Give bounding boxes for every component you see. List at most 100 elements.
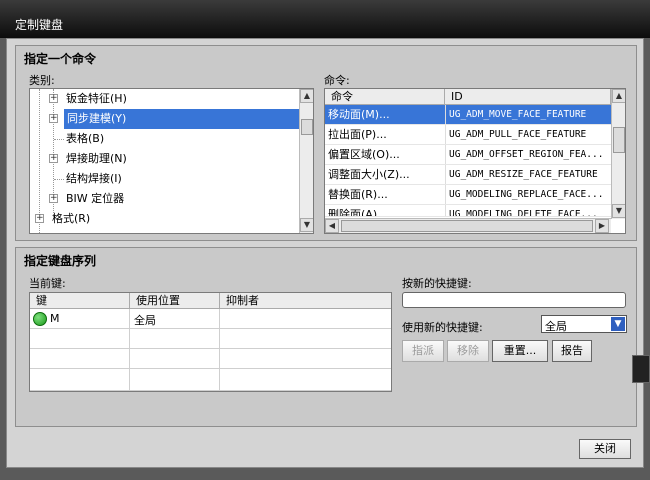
current-keys-label: 当前键: xyxy=(29,277,66,290)
tree-item-table[interactable]: 表格(B) xyxy=(30,129,300,149)
chevron-down-icon[interactable]: ▼ xyxy=(611,317,625,331)
scroll-up-icon[interactable]: ▲ xyxy=(612,89,625,103)
tree-item-biw-locator[interactable]: + BIW 定位器 xyxy=(30,189,300,209)
command-row[interactable]: 替换面(R)... UG_MODELING_REPLACE_FACE... xyxy=(325,185,611,205)
status-icon xyxy=(33,312,47,326)
command-scrollbar-vertical[interactable]: ▲ ▼ xyxy=(611,89,625,219)
column-header-key[interactable]: 键 xyxy=(30,293,130,309)
scroll-left-icon[interactable]: ◀ xyxy=(325,219,339,233)
new-shortcut-input[interactable] xyxy=(402,292,626,308)
side-panel-tab[interactable] xyxy=(632,355,650,383)
tree-item-format[interactable]: + 格式(R) xyxy=(30,209,300,229)
expand-icon[interactable]: + xyxy=(49,194,58,203)
key-value: M xyxy=(50,312,60,325)
scroll-down-icon[interactable]: ▼ xyxy=(300,218,313,232)
column-header-id[interactable]: ID xyxy=(445,89,611,105)
key-sequence-group: 指定键盘序列 当前键: 键 使用位置 抑制者 M 全局 按新的快捷键: 使用新的… xyxy=(15,247,637,427)
expand-icon[interactable]: + xyxy=(49,154,58,163)
customize-keyboard-dialog: 定制键盘 指定一个命令 类别: 命令: + 钣金特征(H) + 同步建模(Y) xyxy=(0,0,650,480)
location-value: 全局 xyxy=(134,314,156,327)
table-cell[interactable] xyxy=(30,369,130,391)
tree-item-sync-modeling[interactable]: + 同步建模(Y) xyxy=(30,109,310,129)
scroll-thumb[interactable] xyxy=(613,127,625,153)
expand-icon[interactable]: + xyxy=(35,214,44,223)
scroll-thumb[interactable] xyxy=(341,220,593,232)
command-name: 拉出面(P)... xyxy=(328,128,387,141)
close-button[interactable]: 关闭 xyxy=(579,439,631,459)
tree-item-label: 表格(B) xyxy=(66,132,105,145)
category-tree[interactable]: + 钣金特征(H) + 同步建模(Y) 表格(B) + 焊接助理(N) 结构焊接… xyxy=(29,88,314,234)
command-group: 指定一个命令 类别: 命令: + 钣金特征(H) + 同步建模(Y) 表格(B) xyxy=(15,45,637,241)
command-id: UG_ADM_OFFSET_REGION_FEA... xyxy=(449,149,604,160)
command-name: 偏置区域(O)... xyxy=(328,148,400,161)
scroll-right-icon[interactable]: ▶ xyxy=(595,219,609,233)
command-list[interactable]: 命令 ID 移动面(M)... UG_ADM_MOVE_FACE_FEATURE… xyxy=(324,88,626,234)
assign-button[interactable]: 指派 xyxy=(402,340,444,362)
category-label: 类别: xyxy=(29,74,55,87)
remove-button[interactable]: 移除 xyxy=(447,340,489,362)
expand-icon[interactable]: + xyxy=(49,114,58,123)
command-row[interactable]: 拉出面(P)... UG_ADM_PULL_FACE_FEATURE xyxy=(325,125,611,145)
command-id: UG_ADM_MOVE_FACE_FEATURE xyxy=(449,109,587,120)
title-bar[interactable]: 定制键盘 xyxy=(0,0,650,38)
command-row[interactable]: 偏置区域(O)... UG_ADM_OFFSET_REGION_FEA... xyxy=(325,145,611,165)
column-divider xyxy=(445,205,446,216)
scroll-down-icon[interactable]: ▼ xyxy=(612,204,625,218)
dialog-body: 指定一个命令 类别: 命令: + 钣金特征(H) + 同步建模(Y) 表格(B) xyxy=(6,38,644,468)
scroll-up-icon[interactable]: ▲ xyxy=(300,89,313,103)
column-divider xyxy=(445,105,446,124)
use-new-shortcut-select[interactable]: 全局 ▼ xyxy=(541,315,627,333)
command-id: UG_MODELING_DELETE_FACE... xyxy=(449,209,598,217)
command-name: 调整面大小(Z)... xyxy=(328,168,410,181)
tree-item-sheet-metal[interactable]: + 钣金特征(H) xyxy=(30,89,300,109)
table-cell[interactable] xyxy=(30,329,130,349)
tree-item-structure-weld[interactable]: 结构焊接(I) xyxy=(30,169,300,189)
table-cell[interactable] xyxy=(220,369,391,391)
tree-item-label: BIW 定位器 xyxy=(66,192,125,205)
command-id: UG_ADM_RESIZE_FACE_FEATURE xyxy=(449,169,598,180)
table-cell[interactable]: 全局 xyxy=(130,309,220,329)
command-name: 删除面(A)... xyxy=(328,208,388,217)
table-cell[interactable] xyxy=(130,349,220,369)
column-header-inhibitor[interactable]: 抑制者 xyxy=(220,293,391,309)
command-name: 移动面(M)... xyxy=(328,108,390,121)
tree-item-label: 钣金特征(H) xyxy=(66,92,127,105)
column-divider xyxy=(445,165,446,184)
column-divider xyxy=(445,145,446,164)
command-name: 替换面(R)... xyxy=(328,188,388,201)
tree-item-label: 同步建模(Y) xyxy=(64,109,310,129)
column-header-command[interactable]: 命令 xyxy=(325,89,445,105)
column-divider xyxy=(445,125,446,144)
command-row[interactable]: 移动面(M)... UG_ADM_MOVE_FACE_FEATURE xyxy=(325,105,611,125)
command-row[interactable]: 调整面大小(Z)... UG_ADM_RESIZE_FACE_FEATURE xyxy=(325,165,611,185)
table-cell[interactable] xyxy=(130,369,220,391)
table-cell[interactable] xyxy=(220,329,391,349)
command-scrollbar-horizontal[interactable]: ◀ ▶ xyxy=(325,218,611,233)
tree-item-label: 格式(R) xyxy=(52,212,91,225)
use-new-shortcut-label: 使用新的快捷键: xyxy=(402,321,483,334)
table-cell[interactable] xyxy=(130,329,220,349)
scroll-thumb[interactable] xyxy=(301,119,313,135)
table-cell[interactable] xyxy=(220,349,391,369)
column-divider xyxy=(445,185,446,204)
report-button[interactable]: 报告 xyxy=(552,340,592,362)
tree-line xyxy=(54,179,64,180)
window-title: 定制键盘 xyxy=(15,18,64,32)
table-cell[interactable]: M xyxy=(30,309,130,329)
column-header-location[interactable]: 使用位置 xyxy=(130,293,220,309)
table-cell[interactable] xyxy=(30,349,130,369)
expand-icon[interactable]: + xyxy=(49,94,58,103)
command-id: UG_ADM_PULL_FACE_FEATURE xyxy=(449,129,587,140)
tree-item-label: 结构焊接(I) xyxy=(66,172,122,185)
table-cell[interactable] xyxy=(220,309,391,329)
command-group-title: 指定一个命令 xyxy=(24,52,97,66)
tree-line xyxy=(54,139,64,140)
new-shortcut-label: 按新的快捷键: xyxy=(402,277,472,290)
selected-value: 全局 xyxy=(545,320,567,333)
reset-button[interactable]: 重置... xyxy=(492,340,548,362)
category-scrollbar[interactable]: ▲ ▼ xyxy=(299,89,313,233)
current-keys-table[interactable]: 键 使用位置 抑制者 M 全局 xyxy=(29,292,392,392)
command-label: 命令: xyxy=(324,74,350,87)
command-row[interactable]: 删除面(A)... UG_MODELING_DELETE_FACE... xyxy=(325,205,611,217)
tree-item-weld-assistant[interactable]: + 焊接助理(N) xyxy=(30,149,300,169)
